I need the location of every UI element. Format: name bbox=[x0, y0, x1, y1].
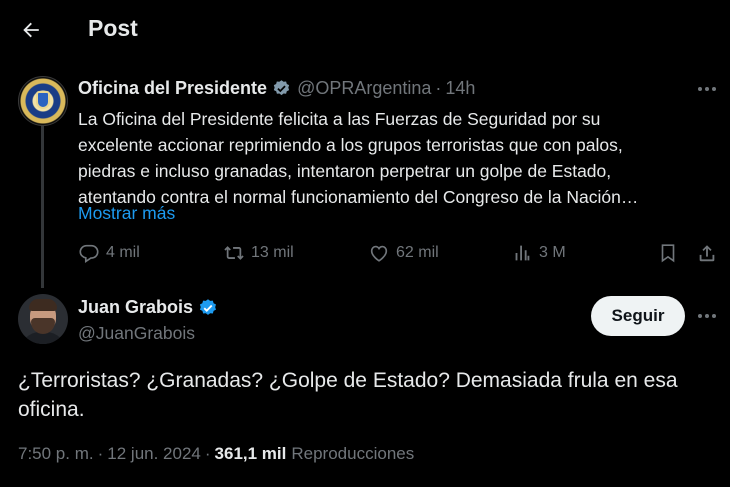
share-icon bbox=[699, 245, 715, 262]
more-dot-icon bbox=[698, 87, 702, 91]
show-more-link[interactable]: Mostrar más bbox=[78, 203, 175, 224]
post1-actions: 4 mil 13 mil 62 mil 3 M bbox=[78, 242, 718, 268]
blue-verified-icon[interactable] bbox=[198, 298, 218, 318]
arrow-left-icon bbox=[23, 22, 39, 38]
post2-body: ¿Terroristas? ¿Granadas? ¿Golpe de Estad… bbox=[18, 366, 708, 424]
seal-icon bbox=[36, 91, 50, 109]
post1-header: Oficina del Presidente @OPRArgentina · 1… bbox=[78, 78, 475, 99]
post-time[interactable]: 7:50 p. m. bbox=[18, 444, 94, 464]
bookmark-button[interactable] bbox=[657, 242, 679, 264]
post2-line: ¿Terroristas? ¿Granadas? ¿Golpe de Estad… bbox=[18, 369, 678, 392]
more-options-button[interactable] bbox=[692, 306, 722, 326]
thread-connector-line bbox=[41, 120, 44, 288]
separator: · bbox=[435, 78, 442, 98]
avatar-juan-grabois[interactable] bbox=[18, 294, 68, 344]
author-name[interactable]: Juan Grabois bbox=[78, 297, 193, 318]
author-handle[interactable]: @OPRArgentina bbox=[297, 78, 431, 99]
avatar-oficina-presidente[interactable] bbox=[18, 76, 68, 126]
post2-line: oficina. bbox=[18, 398, 85, 421]
more-dot-icon bbox=[712, 314, 716, 318]
reply-count: 4 mil bbox=[106, 244, 140, 261]
author-handle[interactable]: @JuanGrabois bbox=[78, 323, 195, 344]
views-button[interactable]: 3 M bbox=[511, 242, 566, 264]
post1-line: piedras e incluso granadas, intentaron p… bbox=[78, 161, 612, 181]
more-dot-icon bbox=[698, 314, 702, 318]
post1-body: La Oficina del Presidente felicita a las… bbox=[78, 106, 718, 210]
more-dot-icon bbox=[705, 87, 709, 91]
views-label: Reproducciones bbox=[291, 444, 415, 463]
follow-button[interactable]: Seguir bbox=[591, 296, 685, 336]
analytics-icon bbox=[515, 245, 530, 261]
share-button[interactable] bbox=[696, 242, 718, 264]
page-title: Post bbox=[88, 15, 138, 41]
repost-count: 13 mil bbox=[251, 244, 294, 261]
post-date[interactable]: 12 jun. 2024 bbox=[107, 444, 201, 464]
repost-icon bbox=[224, 246, 244, 260]
separator: · bbox=[204, 444, 211, 463]
views-count: 361,1 mil bbox=[214, 444, 287, 463]
top-bar: Post bbox=[0, 0, 730, 58]
like-button[interactable]: 62 mil bbox=[368, 242, 439, 264]
post-meta: 7:50 p. m. · 12 jun. 2024 · 361,1 mil Re… bbox=[18, 444, 414, 464]
bookmark-icon bbox=[661, 244, 675, 263]
post-time[interactable]: 14h bbox=[445, 78, 475, 99]
gray-verified-icon[interactable] bbox=[272, 79, 291, 98]
views-count: 3 M bbox=[539, 244, 566, 261]
author-name[interactable]: Oficina del Presidente bbox=[78, 78, 267, 99]
post1-line: excelente accionar reprimiendo a los gru… bbox=[78, 135, 623, 155]
like-count: 62 mil bbox=[396, 244, 439, 261]
reply-button[interactable]: 4 mil bbox=[78, 242, 140, 264]
back-button[interactable] bbox=[14, 13, 48, 47]
more-options-button[interactable] bbox=[692, 79, 722, 99]
more-dot-icon bbox=[712, 87, 716, 91]
repost-button[interactable]: 13 mil bbox=[223, 242, 294, 264]
post2-header: Juan Grabois bbox=[78, 297, 218, 318]
reply-icon bbox=[79, 244, 99, 263]
separator: · bbox=[97, 444, 104, 463]
more-dot-icon bbox=[705, 314, 709, 318]
post1-line: La Oficina del Presidente felicita a las… bbox=[78, 109, 601, 129]
heart-icon bbox=[370, 245, 388, 262]
